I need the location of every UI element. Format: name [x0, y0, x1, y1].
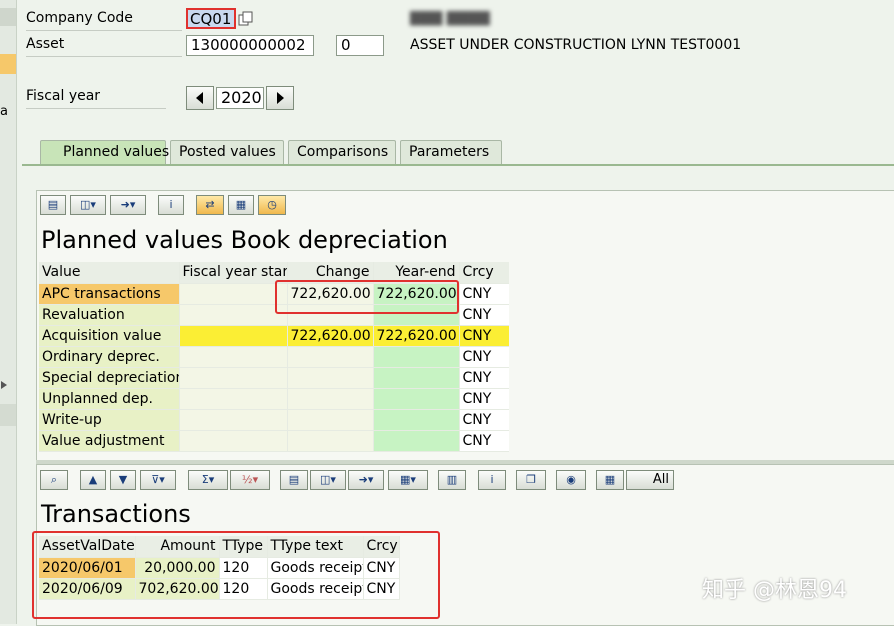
cell-crcy: CNY [459, 283, 509, 305]
cell-year-end [373, 409, 460, 431]
asset-label: Asset [26, 36, 182, 57]
cell-fy-start [179, 367, 288, 389]
cell-fy-start [179, 325, 288, 347]
left-navigation-strip: a [0, 0, 17, 624]
cell-fy-start [179, 283, 288, 305]
next-year-button[interactable] [266, 86, 294, 110]
print-list-icon[interactable]: ▤ [280, 470, 308, 490]
document-icon[interactable]: ❐ [516, 470, 546, 490]
display-object-icon[interactable]: ◉ [556, 470, 586, 490]
left-strip-block-2 [0, 404, 16, 426]
graphic-icon[interactable]: ▥ [438, 470, 466, 490]
view-icon[interactable]: ◫▾ [70, 195, 106, 215]
info-icon[interactable]: i [158, 195, 184, 215]
tab-parameters[interactable]: Parameters [400, 140, 502, 164]
views-icon[interactable]: ◫▾ [310, 470, 346, 490]
details-icon[interactable]: ⌕ [40, 470, 68, 490]
transactions-title: Transactions [41, 500, 191, 528]
filter-icon[interactable]: ⊽▾ [140, 470, 176, 490]
print-icon[interactable]: ▤ [40, 195, 66, 215]
cell-change [287, 388, 374, 410]
expand-icon[interactable]: ▦ [596, 470, 624, 490]
cell-crcy: CNY [459, 346, 509, 368]
table-row[interactable]: Value adjustment CNY [39, 430, 509, 452]
highlight-box-transactions [32, 531, 440, 619]
tab-strip-line [22, 164, 894, 166]
fiscal-year-field[interactable]: 2020 [216, 87, 264, 109]
tab-posted-values[interactable]: Posted values [170, 140, 284, 164]
cell-crcy: CNY [459, 304, 509, 326]
table-row[interactable]: Ordinary deprec. CNY [39, 346, 509, 368]
cell-change [287, 409, 374, 431]
layout-icon[interactable]: ▦▾ [388, 470, 428, 490]
cell-fy-start [179, 388, 288, 410]
row-label[interactable]: APC transactions [39, 283, 180, 305]
company-code-field[interactable]: CQ01 [186, 8, 236, 29]
cell-crcy: CNY [459, 367, 509, 389]
row-label[interactable]: Revaluation [39, 304, 180, 326]
arrow-right-icon [277, 92, 284, 104]
company-name: ▇▇▇ ▇▇▇▇ [410, 10, 490, 26]
col-crcy[interactable]: Crcy [459, 262, 509, 284]
calculator-icon[interactable]: ▦ [228, 195, 254, 215]
left-strip-selected[interactable] [0, 54, 16, 74]
navigate-icon[interactable]: ⇄ [196, 195, 224, 215]
cell-year-end [373, 430, 460, 452]
cell-fy-start [179, 430, 288, 452]
left-strip-text: a [0, 104, 8, 119]
table-row[interactable]: Acquisition value 722,620.00 722,620.00 … [39, 325, 509, 347]
table-row[interactable]: Write-up CNY [39, 409, 509, 431]
export-list-icon[interactable]: ➜▾ [348, 470, 384, 490]
row-label[interactable]: Special depreciation [39, 367, 180, 389]
schedule-icon[interactable]: ◷ [258, 195, 286, 215]
sort-ascending-icon[interactable]: ▲ [80, 470, 106, 490]
sum-icon[interactable]: Σ▾ [188, 470, 228, 490]
cell-change: 722,620.00 [287, 325, 374, 347]
cell-year-end: 722,620.00 [373, 325, 460, 347]
copy-icon[interactable] [238, 11, 254, 27]
cell-change [287, 367, 374, 389]
company-code-label: Company Code [26, 10, 182, 31]
cell-fy-start [179, 304, 288, 326]
row-label[interactable]: Acquisition value [39, 325, 180, 347]
previous-year-button[interactable] [186, 86, 214, 110]
highlight-box-planned [275, 280, 459, 314]
left-strip-block [0, 8, 16, 26]
all-button[interactable]: All [626, 470, 674, 490]
cell-change [287, 430, 374, 452]
all-label: All [652, 472, 669, 487]
tab-planned-values[interactable]: Planned values [40, 140, 169, 164]
asset-description: ASSET UNDER CONSTRUCTION LYNN TEST0001 [410, 37, 742, 53]
cell-fy-start [179, 409, 288, 431]
row-label[interactable]: Unplanned dep. [39, 388, 180, 410]
arrow-left-icon [196, 92, 203, 104]
cell-crcy: CNY [459, 430, 509, 452]
asset-number-field[interactable]: 130000000002 [186, 35, 314, 56]
tab-comparisons[interactable]: Comparisons [288, 140, 396, 164]
info-list-icon[interactable]: i [478, 470, 506, 490]
cell-year-end [373, 388, 460, 410]
subtotal-icon[interactable]: ½▾ [230, 470, 270, 490]
table-row[interactable]: Special depreciation CNY [39, 367, 509, 389]
row-label[interactable]: Value adjustment [39, 430, 180, 452]
watermark: 知乎 @林恩94 [702, 578, 847, 603]
cell-crcy: CNY [459, 325, 509, 347]
expand-arrow-icon[interactable] [0, 378, 16, 390]
export-icon[interactable]: ➜▾ [110, 195, 146, 215]
col-fiscal-year-start[interactable]: Fiscal year start [179, 262, 288, 284]
col-value[interactable]: Value [39, 262, 180, 284]
cell-crcy: CNY [459, 388, 509, 410]
cell-year-end [373, 346, 460, 368]
planned-values-title: Planned values Book depreciation [41, 226, 448, 254]
cell-year-end [373, 367, 460, 389]
cell-crcy: CNY [459, 409, 509, 431]
asset-subnumber-field[interactable]: 0 [336, 35, 384, 56]
cell-fy-start [179, 346, 288, 368]
sort-descending-icon[interactable]: ▼ [110, 470, 136, 490]
table-row[interactable]: Unplanned dep. CNY [39, 388, 509, 410]
row-label[interactable]: Ordinary deprec. [39, 346, 180, 368]
fiscal-year-label: Fiscal year [26, 88, 166, 109]
row-label[interactable]: Write-up [39, 409, 180, 431]
cell-change [287, 346, 374, 368]
